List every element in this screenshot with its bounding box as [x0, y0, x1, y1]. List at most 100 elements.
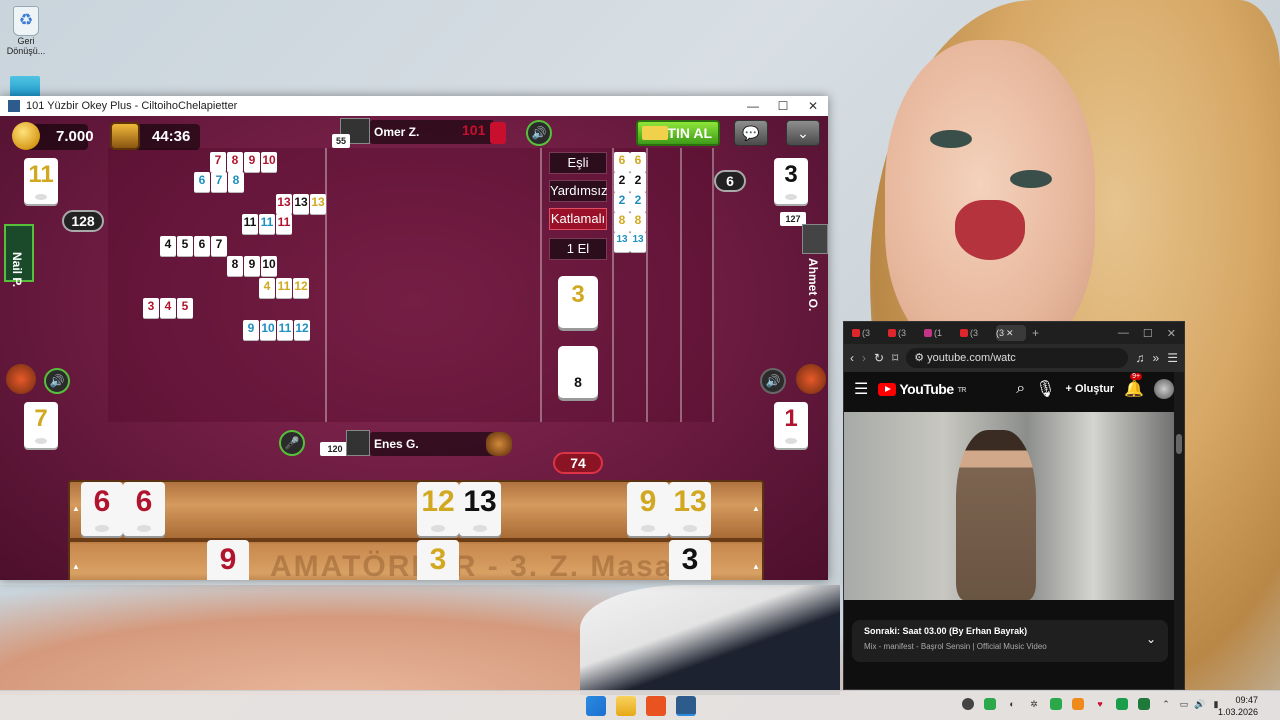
maximize-button[interactable]: ☐ [768, 99, 798, 113]
table-tile[interactable]: 9 [244, 152, 260, 172]
music-icon[interactable]: ♫ [1136, 351, 1145, 365]
speaker-icon[interactable]: 🔊 [760, 368, 786, 394]
table-tile[interactable]: 9 [244, 256, 260, 276]
table-tile[interactable]: 10 [261, 152, 277, 172]
avatar[interactable] [6, 364, 36, 394]
buy-button[interactable]: SATIN AL [636, 120, 720, 146]
table-tile[interactable]: 11 [259, 214, 275, 234]
tray-icon[interactable]: ✲ [1028, 698, 1040, 710]
menu-icon[interactable]: ☰ [1167, 351, 1178, 365]
browser-tab[interactable]: (1 [924, 325, 954, 341]
close-icon[interactable]: ✕ [1006, 328, 1014, 339]
video-player[interactable] [844, 412, 1176, 600]
table-tile[interactable]: 12 [293, 278, 309, 298]
tray-icon[interactable]: ⌃ [1160, 698, 1172, 710]
avatar[interactable] [802, 224, 828, 254]
scrollbar-thumb[interactable] [1176, 434, 1182, 454]
rack-arrow-icon[interactable]: ▲ [72, 504, 80, 513]
table-tile[interactable]: 5 [177, 236, 193, 256]
tray-icon[interactable] [1072, 698, 1084, 710]
pair-tile[interactable]: 13 [630, 232, 646, 252]
address-bar[interactable]: ⚙ youtube.com/watc [906, 348, 1128, 368]
rack-tile[interactable]: 13 [459, 482, 501, 536]
tray-icon[interactable] [984, 698, 996, 710]
browser-tab[interactable]: (3 [888, 325, 918, 341]
chevron-down-icon[interactable]: ⌄ [1146, 632, 1156, 646]
rack-arrow-icon[interactable]: ▲ [752, 504, 760, 513]
rack-tile[interactable]: 6 [123, 482, 165, 536]
tray-icon[interactable] [1116, 698, 1128, 710]
table-tile[interactable]: 7 [211, 172, 227, 192]
table-tile[interactable]: 12 [294, 320, 310, 340]
close-icon[interactable]: ✕ [1167, 327, 1176, 340]
rack-arrow-icon[interactable]: ▲ [72, 562, 80, 571]
rack-tile[interactable]: 9 [207, 540, 249, 580]
table-tile[interactable]: 13 [293, 194, 309, 214]
start-icon[interactable] [586, 696, 606, 716]
mode-yardimsiz-button[interactable]: Yardımsız [549, 180, 608, 202]
rack-arrow-icon[interactable]: ▲ [752, 562, 760, 571]
create-button[interactable]: + Oluştur [1066, 383, 1115, 395]
desktop-app-icon[interactable] [10, 76, 40, 98]
okey-game-icon[interactable] [676, 696, 696, 716]
table-tile[interactable]: 13 [276, 194, 292, 214]
mode-katlamali-button[interactable]: Katlamalı [549, 208, 607, 230]
pair-tile[interactable]: 2 [630, 172, 646, 192]
pair-tile[interactable]: 13 [614, 232, 630, 252]
mode-esli-button[interactable]: Eşli [549, 152, 607, 174]
file-explorer-icon[interactable] [616, 696, 636, 716]
table-tile[interactable]: 11 [242, 214, 258, 234]
tray-icon[interactable]: ♥ [1094, 698, 1106, 710]
notifications-button[interactable]: 🔔 9+ [1124, 373, 1144, 399]
table-tile[interactable]: 5 [177, 298, 193, 318]
table-tile[interactable]: 13 [310, 194, 326, 214]
bookmark-icon[interactable]: ⌑ [892, 351, 898, 365]
volume-icon[interactable]: 🔊 [1194, 698, 1206, 710]
treasure-chest-icon[interactable] [110, 122, 140, 150]
brave-browser-icon[interactable] [646, 696, 666, 716]
speaker-icon[interactable]: 🔊 [526, 120, 552, 146]
tray-icon[interactable]: ◐ [1006, 698, 1018, 710]
pair-tile[interactable]: 2 [614, 172, 630, 192]
chat-button[interactable]: 💬 [734, 120, 768, 146]
pair-tile[interactable]: 8 [630, 212, 646, 232]
avatar[interactable] [1154, 379, 1174, 399]
rack-tile[interactable]: 6 [81, 482, 123, 536]
pair-tile[interactable]: 2 [630, 192, 646, 212]
minimize-button[interactable]: — [738, 99, 768, 113]
tray-icon[interactable] [1050, 698, 1062, 710]
tray-icon[interactable] [962, 698, 974, 710]
hamburger-icon[interactable]: ☰ [854, 379, 868, 399]
pair-tile[interactable]: 8 [614, 212, 630, 232]
mode-1el-button[interactable]: 1 El [549, 238, 607, 260]
recycle-bin-icon[interactable]: ♻ Geri Dönüşü... [6, 6, 46, 56]
table-tile[interactable]: 4 [160, 298, 176, 318]
rack-tile[interactable]: 9 [627, 482, 669, 536]
rack-tile[interactable]: 3 [417, 540, 459, 580]
network-icon[interactable]: ▭ [1178, 698, 1190, 710]
pair-tile[interactable]: 6 [614, 152, 630, 172]
microphone-icon[interactable]: 🎙 [1035, 379, 1055, 399]
player-rack[interactable]: AMATÖRLER - 3. Z. Masası ▲ ▲ ▲ ▲ 6 6 12 … [68, 480, 764, 580]
table-tile[interactable]: 8 [227, 256, 243, 276]
extensions-icon[interactable]: » [1153, 351, 1160, 365]
table-tile[interactable]: 7 [210, 152, 226, 172]
table-tile[interactable]: 11 [276, 214, 292, 234]
avatar[interactable] [346, 430, 370, 456]
table-tile[interactable]: 6 [194, 172, 210, 192]
minimize-icon[interactable]: — [1118, 327, 1129, 340]
scrollbar[interactable] [1174, 372, 1184, 689]
player-name-bottom[interactable]: Enes G. [370, 432, 500, 456]
back-icon[interactable]: ‹ [850, 351, 854, 365]
reload-icon[interactable]: ↻ [874, 351, 884, 365]
menu-chevron-button[interactable]: ⌄ [786, 120, 820, 146]
table-tile[interactable]: 4 [160, 236, 176, 256]
table-tile[interactable]: 9 [243, 320, 259, 340]
search-icon[interactable]: ⌕ [1016, 380, 1025, 398]
forward-icon[interactable]: › [862, 351, 866, 365]
maximize-icon[interactable]: ☐ [1143, 327, 1153, 340]
up-next-card[interactable]: Sonraki: Saat 03.00 (By Erhan Bayrak) Mi… [852, 620, 1168, 662]
browser-tab[interactable]: (3 [852, 325, 882, 341]
table-tile[interactable]: 11 [276, 278, 292, 298]
table-tile[interactable]: 10 [260, 320, 276, 340]
